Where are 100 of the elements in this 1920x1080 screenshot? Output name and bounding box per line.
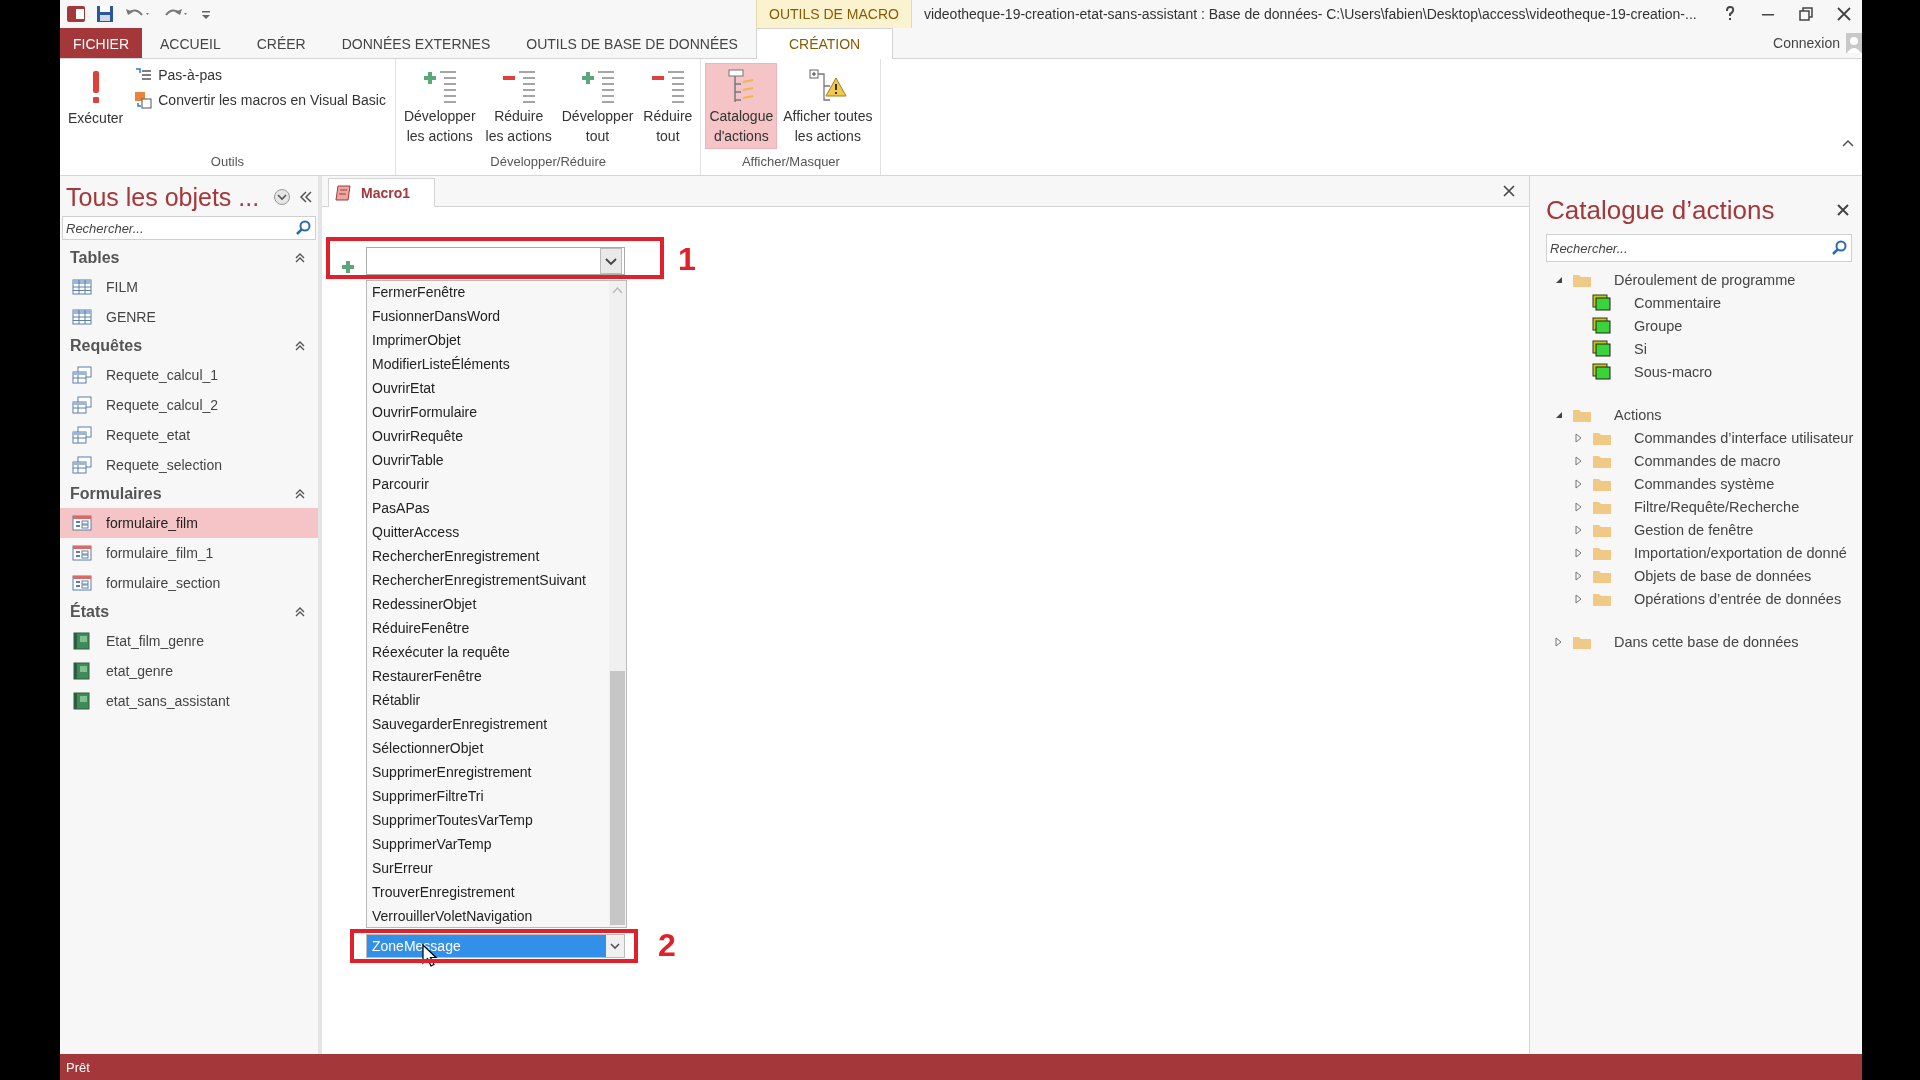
list-option[interactable]: RestaurerFenêtre [367,665,609,689]
tree-item[interactable]: Importation/exportation de donné [1620,544,1847,561]
tree-item[interactable]: Commandes de macro [1620,452,1781,469]
expand-triangle-icon[interactable] [1574,501,1584,512]
tree-item[interactable]: Opérations d’entrée de données [1620,590,1842,607]
list-option[interactable]: Rétablir [367,689,609,713]
dropdown-icon[interactable] [273,188,292,206]
expand-triangle-icon[interactable] [1554,636,1564,647]
list-option[interactable]: RéduireFenêtre [367,617,609,641]
list-option[interactable]: QuitterAccess [367,521,609,545]
ribbon-button[interactable]: Afficher toutes les actions [779,63,877,149]
ribbon-tab[interactable]: DONNÉES EXTERNES [323,28,509,58]
scrollbar[interactable] [609,281,626,927]
collapse-ribbon-icon[interactable] [1842,139,1854,147]
list-option[interactable]: OuvrirTable [367,449,609,473]
nav-item[interactable]: Requete_calcul_1 [60,360,318,390]
list-option[interactable]: Parcourir [367,473,609,497]
nav-item[interactable]: Etat_film_genre [60,626,318,656]
save-icon[interactable] [96,5,114,23]
ribbon-tab[interactable]: CRÉATION [755,28,894,59]
ribbon-button[interactable]: Catalogue d'actions [705,63,778,149]
list-option[interactable]: PasAPas [367,497,609,521]
expand-triangle-icon[interactable] [1574,478,1584,489]
collapse-group-icon[interactable] [294,606,306,618]
close-icon[interactable] [1836,203,1850,217]
tree-item[interactable]: Gestion de fenêtre [1620,521,1754,538]
tree-item[interactable]: Dans cette base de données [1600,633,1799,650]
tree-item[interactable]: Commandes système [1620,475,1775,492]
ribbon-tab[interactable]: ACCUEIL [142,28,239,58]
list-option[interactable]: RechercherEnregistrement [367,545,609,569]
ribbon-button[interactable]: Réduire les actions [481,63,556,149]
document-tab[interactable]: Macro1 [328,178,436,207]
list-option[interactable]: OuvrirEtat [367,377,609,401]
list-option[interactable]: FermerFenêtre [367,281,609,305]
nav-item[interactable]: etat_genre [60,656,318,686]
search-icon[interactable] [295,220,311,236]
ribbon-button[interactable]: Développer tout [557,63,638,149]
file-tab[interactable]: FICHIER [60,28,142,58]
ribbon-button[interactable]: Convertir les macros en Visual Basic [129,89,391,111]
app-logo-icon[interactable] [66,4,86,24]
tree-item[interactable]: Si [1620,340,1647,357]
tree-item[interactable]: Commentaire [1620,294,1722,311]
group-header[interactable]: Requêtes [70,337,143,355]
expand-triangle-icon[interactable] [1574,524,1584,535]
tree-item[interactable]: Objets de base de données [1620,567,1812,584]
nav-item[interactable]: Requete_calcul_2 [60,390,318,420]
search-field[interactable]: Rechercher... [63,220,295,236]
ribbon-tab[interactable]: CRÉER [238,28,324,58]
list-option[interactable]: Réexécuter la requête [367,641,609,665]
search-icon[interactable] [1831,240,1847,256]
list-option[interactable]: SupprimerEnregistrement [367,761,609,785]
list-option[interactable]: SurErreur [367,857,609,881]
list-option[interactable]: VerrouillerVoletNavigation [367,905,609,929]
search-box[interactable]: Rechercher... [1546,234,1852,262]
plus-icon[interactable] [342,261,354,273]
list-option[interactable]: ImprimerObjet [367,329,609,353]
search-box[interactable]: Rechercher... [62,216,316,240]
ribbon-button[interactable]: Pas-à-pas [129,65,391,85]
tree-item[interactable]: Sous-macro [1620,363,1713,380]
list-option[interactable]: RechercherEnregistrementSuivant [367,569,609,593]
group-header[interactable]: Tables [70,249,120,267]
list-option[interactable]: TrouverEnregistrement [367,881,609,905]
expand-triangle-icon[interactable] [1574,455,1584,466]
list-option[interactable]: SauvegarderEnregistrement [367,713,609,737]
collapse-group-icon[interactable] [294,488,306,500]
expand-triangle-icon[interactable] [1574,593,1584,604]
collapse-group-icon[interactable] [294,340,306,352]
list-option[interactable]: FusionnerDansWord [367,305,609,329]
nav-item[interactable]: GENRE [60,302,318,332]
nav-item[interactable]: etat_sans_assistant [60,686,318,716]
ribbon-button[interactable]: Réduire tout [639,63,697,149]
list-option[interactable]: RedessinerObjet [367,593,609,617]
expand-triangle-icon[interactable] [1574,570,1584,581]
close-icon[interactable] [1836,6,1852,22]
nav-item[interactable]: formulaire_section [60,568,318,598]
ribbon-button[interactable]: Développer les actions [399,63,480,149]
ribbon-button[interactable]: Exécuter [64,63,128,149]
nav-item[interactable]: formulaire_film_1 [60,538,318,568]
search-field[interactable]: Rechercher... [1547,240,1831,256]
nav-item[interactable]: FILM [60,272,318,302]
expand-triangle-icon[interactable] [1574,432,1584,443]
tree-item[interactable]: Filtre/Requête/Recherche [1620,498,1800,515]
tree-item[interactable]: Déroulement de programme [1600,271,1796,288]
list-option[interactable]: SélectionnerObjet [367,737,609,761]
expand-triangle-icon[interactable] [1574,547,1584,558]
close-icon[interactable] [1503,185,1515,197]
ribbon-tab[interactable]: OUTILS DE BASE DE DONNÉES [508,28,756,58]
restore-icon[interactable] [1798,6,1814,22]
pane-title[interactable]: Tous les objets ... [66,182,260,212]
list-option[interactable]: SupprimerVarTemp [367,833,609,857]
nav-item[interactable]: Requete_selection [60,450,318,480]
list-option[interactable]: SupprimerFiltreTri [367,785,609,809]
list-option[interactable]: SupprimerToutesVarTemp [367,809,609,833]
group-header[interactable]: Formulaires [70,485,162,503]
nav-item[interactable]: formulaire_film [60,508,318,538]
tree-item[interactable]: Actions [1600,406,1662,423]
list-option[interactable]: OuvrirFormulaire [367,401,609,425]
list-option[interactable]: OuvrirRequête [367,425,609,449]
nav-item[interactable]: Requete_etat [60,420,318,450]
list-option[interactable]: ModifierListeÉléments [367,353,609,377]
